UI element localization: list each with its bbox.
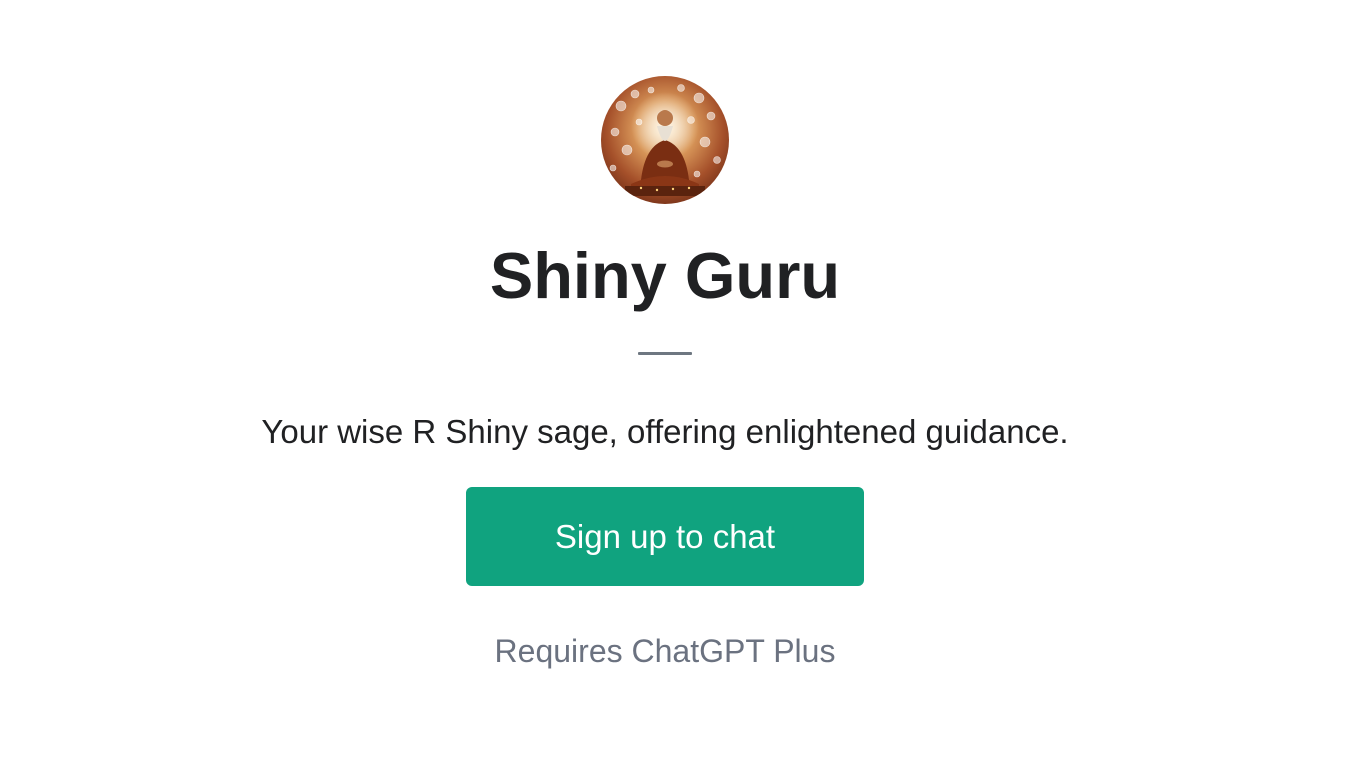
- gpt-avatar: [601, 76, 729, 204]
- gpt-description: Your wise R Shiny sage, offering enlight…: [261, 413, 1069, 450]
- gpt-name: Shiny Guru: [489, 239, 841, 312]
- plan-requirement-text: Requires ChatGPT Plus: [494, 633, 836, 669]
- meditating-sage-icon: [601, 76, 729, 204]
- divider: [638, 352, 692, 355]
- sign-up-to-chat-button[interactable]: Sign up to chat: [466, 487, 864, 586]
- gpt-landing-page: Shiny Guru Your wise R Shiny sage, offer…: [0, 0, 1360, 764]
